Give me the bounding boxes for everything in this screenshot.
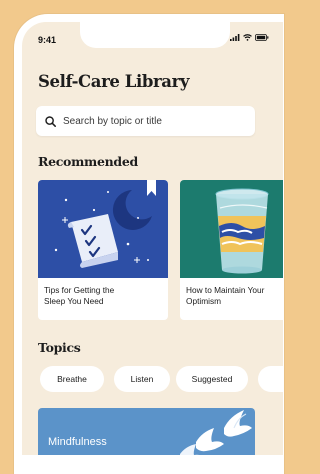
mindfulness-banner[interactable]: Mindfulness: [38, 408, 255, 455]
optimism-article-card[interactable]: How to Maintain Your Optimism: [180, 180, 283, 320]
status-icons: [230, 34, 269, 41]
banner-label: Mindfulness: [48, 436, 107, 448]
page-title: Self-Care Library: [38, 72, 190, 91]
device-notch: [80, 22, 230, 48]
sleep-article-card[interactable]: Tips for Getting the Sleep You Need: [38, 180, 168, 320]
topic-chip-breathe[interactable]: Breathe: [40, 366, 104, 392]
wifi-icon: [243, 34, 252, 41]
topic-chip-suggested[interactable]: Suggested: [176, 366, 248, 392]
card-title: How to Maintain Your Optimism: [186, 285, 265, 306]
glass-illustration: [180, 180, 283, 278]
status-time: 9:41: [38, 35, 57, 45]
battery-icon: [255, 34, 269, 41]
search-input[interactable]: [63, 115, 233, 127]
search-bar[interactable]: [36, 106, 255, 136]
recommended-heading: Recommended: [38, 154, 138, 169]
app-screen: 9:41 Self-Care Library Recommended: [22, 22, 283, 455]
doves-illustration: [180, 410, 252, 455]
topics-heading: Topics: [38, 340, 81, 355]
card-title: Tips for Getting the Sleep You Need: [44, 285, 115, 306]
signal-icon: [230, 34, 240, 41]
search-icon: [45, 115, 56, 127]
sleep-illustration: [38, 180, 168, 278]
topic-chip-listen[interactable]: Listen: [114, 366, 170, 392]
topic-chip-more[interactable]: [258, 366, 283, 392]
